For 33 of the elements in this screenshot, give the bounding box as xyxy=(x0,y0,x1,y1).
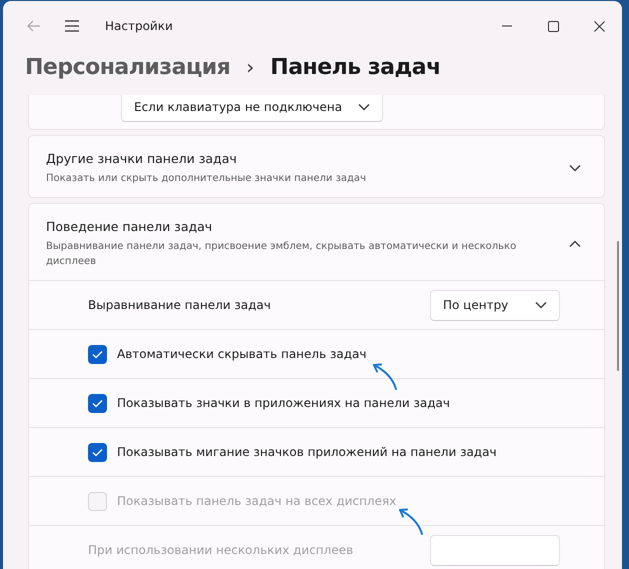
dropdown[interactable]: По центру xyxy=(430,290,560,320)
dropdown[interactable]: Если клавиатура не подключена xyxy=(121,95,384,122)
checkbox-label: Показывать мигание значков приложений на панели задач xyxy=(117,444,497,461)
chevron-down-icon xyxy=(569,164,581,172)
back-arrow-icon xyxy=(27,20,41,32)
page-title: Панель задач xyxy=(270,54,441,82)
checkmark-icon xyxy=(92,448,103,456)
chevron-up-icon xyxy=(569,240,581,248)
checkbox-label: Автоматически скрывать панель задач xyxy=(117,346,366,363)
chevron-down-icon xyxy=(358,102,370,110)
checkbox[interactable] xyxy=(88,394,107,412)
chevron-down-icon xyxy=(535,301,547,309)
checkbox[interactable] xyxy=(88,442,107,462)
checkmark-icon xyxy=(92,398,103,408)
section-description: Выравнивание панели задач, присвоение эмблем, скрывать автоматически и несколько дисплеев xyxy=(46,240,518,268)
section-description: Показать или скрыть дополнительные значки панели задач xyxy=(46,172,366,186)
minimize-icon xyxy=(502,25,512,27)
menu-icon xyxy=(64,20,80,32)
checkbox[interactable] xyxy=(88,344,107,364)
section-title: Поведение панели задач xyxy=(46,218,214,236)
maximize-icon xyxy=(548,20,558,32)
window-title: Настройки xyxy=(105,18,173,35)
dropdown[interactable] xyxy=(430,534,560,566)
setting-label: При использовании нескольких дисплеев xyxy=(88,542,354,559)
checkbox-label: Показывать значки в приложениях на панели задач xyxy=(117,395,450,412)
breadcrumb-separator: › xyxy=(246,54,254,81)
breadcrumb-link[interactable]: Персонализация xyxy=(25,50,230,84)
scrollbar-thumb[interactable] xyxy=(617,241,619,371)
checkmark-icon xyxy=(92,350,103,358)
setting-label: Выравнивание панели задач xyxy=(88,297,271,314)
section-title: Другие значки панели задач xyxy=(46,150,238,168)
checkbox-label: Показывать панель задач на всех дисплеях xyxy=(117,493,396,510)
close-icon xyxy=(594,20,604,32)
